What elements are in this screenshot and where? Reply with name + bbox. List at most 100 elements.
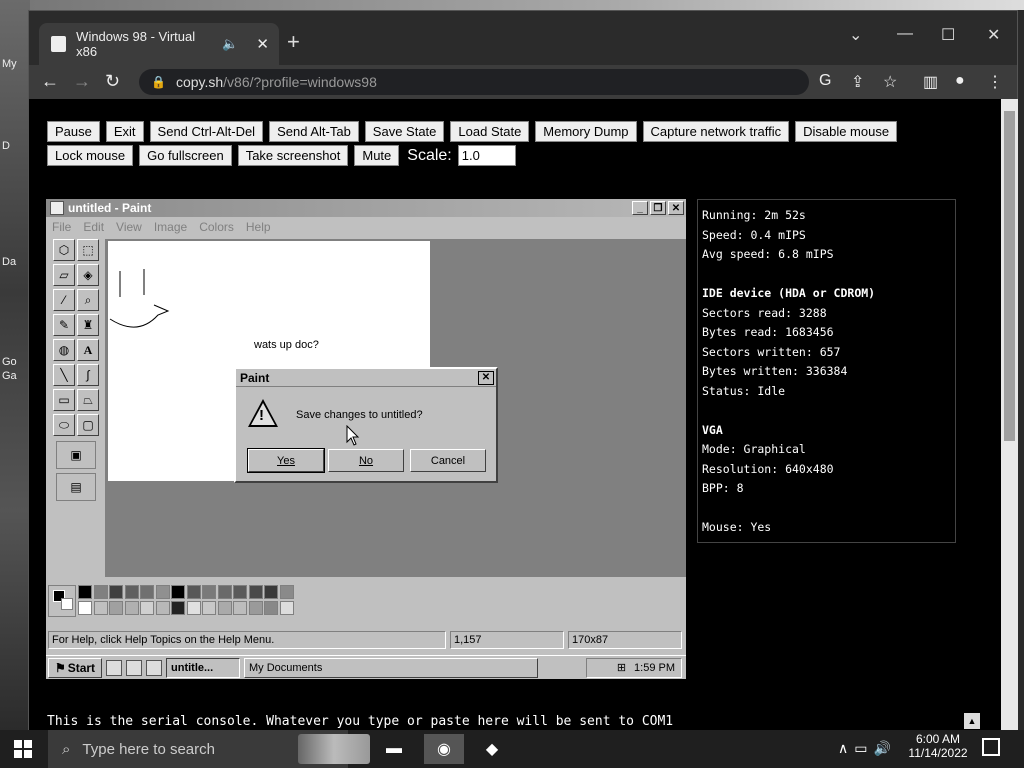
scrollbar-thumb[interactable] <box>1004 111 1015 441</box>
palette-swatch[interactable] <box>264 585 278 599</box>
menu-help[interactable]: Help <box>246 220 271 234</box>
minimize-icon[interactable]: _ <box>632 201 648 215</box>
menu-edit[interactable]: Edit <box>83 220 104 234</box>
taskbar-clock[interactable]: 6:00 AM 11/14/2022 <box>906 732 970 760</box>
no-button[interactable]: No <box>328 449 404 472</box>
app-icon[interactable]: ◆ <box>472 734 512 764</box>
polygon-icon[interactable]: ⏢ <box>77 389 99 411</box>
minimize-icon[interactable]: — <box>897 25 913 43</box>
palette-swatch[interactable] <box>124 585 139 599</box>
reload-icon[interactable]: ↻ <box>105 71 120 92</box>
pencil-icon[interactable]: ✎ <box>53 314 75 336</box>
desktop-icon-label[interactable]: Go <box>2 356 17 368</box>
palette-swatch[interactable] <box>171 585 185 599</box>
brush-icon[interactable]: ♜ <box>77 314 99 336</box>
task-paint[interactable]: untitle... <box>166 657 240 678</box>
screenshot-button[interactable]: Take screenshot <box>237 145 349 166</box>
serial-console[interactable]: This is the serial console. Whatever you… <box>47 714 673 729</box>
eraser-icon[interactable]: ▱ <box>53 264 75 286</box>
palette-swatch[interactable] <box>186 601 201 615</box>
paint-app-icon[interactable] <box>50 201 64 215</box>
desktop-icon-label[interactable]: Ga <box>2 370 17 382</box>
palette-swatch[interactable] <box>217 585 232 599</box>
dialog-titlebar[interactable]: Paint ✕ <box>236 369 496 387</box>
menu-colors[interactable]: Colors <box>199 220 234 234</box>
save-state-button[interactable]: Save State <box>364 121 445 142</box>
desktop-icon-label[interactable]: D <box>2 140 10 152</box>
palette-swatch[interactable] <box>109 585 123 599</box>
palette-swatch[interactable] <box>155 585 170 599</box>
close-window-icon[interactable]: ✕ <box>987 25 1000 45</box>
paint-titlebar[interactable]: untitled - Paint _ ❐ ✕ <box>46 199 686 217</box>
palette-swatch[interactable] <box>93 585 108 599</box>
opaque-option-icon[interactable]: ▣ <box>56 441 96 469</box>
palette-swatch[interactable] <box>279 601 294 615</box>
lock-icon[interactable]: 🔒 <box>151 75 166 89</box>
profile-icon[interactable]: ● <box>955 72 965 90</box>
menu-kebab-icon[interactable]: ⋮ <box>987 72 1003 92</box>
memory-dump-button[interactable]: Memory Dump <box>535 121 637 142</box>
browser-tab[interactable]: Windows 98 - Virtual x86 🔈 ✕ <box>39 23 279 65</box>
chrome-icon[interactable]: ◉ <box>424 734 464 764</box>
palette-swatch[interactable] <box>248 601 263 615</box>
fill-icon[interactable]: ◈ <box>77 264 99 286</box>
menu-view[interactable]: View <box>116 220 142 234</box>
exit-button[interactable]: Exit <box>105 121 144 142</box>
show-desktop-icon[interactable] <box>106 659 122 676</box>
mute-button[interactable]: Mute <box>354 145 400 166</box>
new-tab-icon[interactable]: + <box>287 31 300 53</box>
channels-icon[interactable] <box>146 659 162 676</box>
google-icon[interactable]: G <box>819 72 831 90</box>
task-my-documents[interactable]: My Documents <box>244 657 538 678</box>
palette-swatch[interactable] <box>171 601 185 615</box>
start-button[interactable]: ⚑ Start <box>48 657 102 678</box>
magnifier-icon[interactable]: ⌕ <box>77 289 99 311</box>
capture-traffic-button[interactable]: Capture network traffic <box>642 121 790 142</box>
forward-icon[interactable]: → <box>73 71 91 92</box>
desktop-icon-label[interactable]: Da <box>2 256 16 268</box>
airbrush-icon[interactable]: ◍ <box>53 339 75 361</box>
w98-clock[interactable]: 1:59 PM <box>634 662 675 674</box>
palette-swatch[interactable] <box>233 601 247 615</box>
alt-tab-button[interactable]: Send Alt-Tab <box>269 121 359 142</box>
network-icon[interactable]: ▭ <box>854 740 867 757</box>
scroll-up-icon[interactable]: ▲ <box>964 713 980 729</box>
back-icon[interactable]: ← <box>41 71 59 92</box>
text-icon[interactable]: A <box>77 339 99 361</box>
network-icon[interactable]: ⊞ <box>617 661 626 674</box>
taskbar-search[interactable]: ⌕ Type here to search <box>48 730 370 768</box>
lock-mouse-button[interactable]: Lock mouse <box>47 145 134 166</box>
transparent-option-icon[interactable]: ▤ <box>56 473 96 501</box>
windows-start-icon[interactable] <box>14 740 32 758</box>
menu-image[interactable]: Image <box>154 220 187 234</box>
palette-swatch[interactable] <box>78 601 92 615</box>
palette-swatch[interactable] <box>248 585 263 599</box>
address-bar[interactable]: 🔒 copy.sh/v86/?profile=windows98 <box>139 69 809 95</box>
desktop-icon-label[interactable]: My <box>2 58 17 70</box>
palette-swatch[interactable] <box>140 601 154 615</box>
ie-icon[interactable] <box>126 659 142 676</box>
restore-icon[interactable]: ❐ <box>650 201 666 215</box>
cancel-button[interactable]: Cancel <box>410 449 486 472</box>
ellipse-icon[interactable]: ⬭ <box>53 414 75 436</box>
fullscreen-button[interactable]: Go fullscreen <box>139 145 232 166</box>
curve-icon[interactable]: ∫ <box>77 364 99 386</box>
page-scrollbar[interactable] <box>1001 99 1018 731</box>
share-icon[interactable]: ⇪ <box>851 72 864 92</box>
palette-swatch[interactable] <box>186 585 201 599</box>
file-explorer-icon[interactable]: ▬ <box>374 734 414 764</box>
palette-swatch[interactable] <box>109 601 123 615</box>
volume-icon[interactable]: 🔊 <box>873 740 890 757</box>
menu-file[interactable]: File <box>52 220 71 234</box>
side-panel-icon[interactable]: ▥ <box>923 72 938 92</box>
palette-swatch[interactable] <box>264 601 278 615</box>
close-icon[interactable]: ✕ <box>668 201 684 215</box>
palette-swatch[interactable] <box>217 601 232 615</box>
current-colors[interactable] <box>48 585 76 617</box>
rectangle-icon[interactable]: ▭ <box>53 389 75 411</box>
rounded-rect-icon[interactable]: ▢ <box>77 414 99 436</box>
maximize-icon[interactable]: ☐ <box>941 25 955 45</box>
load-state-button[interactable]: Load State <box>450 121 530 142</box>
scale-input[interactable] <box>457 145 516 166</box>
close-tab-icon[interactable]: ✕ <box>256 35 269 53</box>
